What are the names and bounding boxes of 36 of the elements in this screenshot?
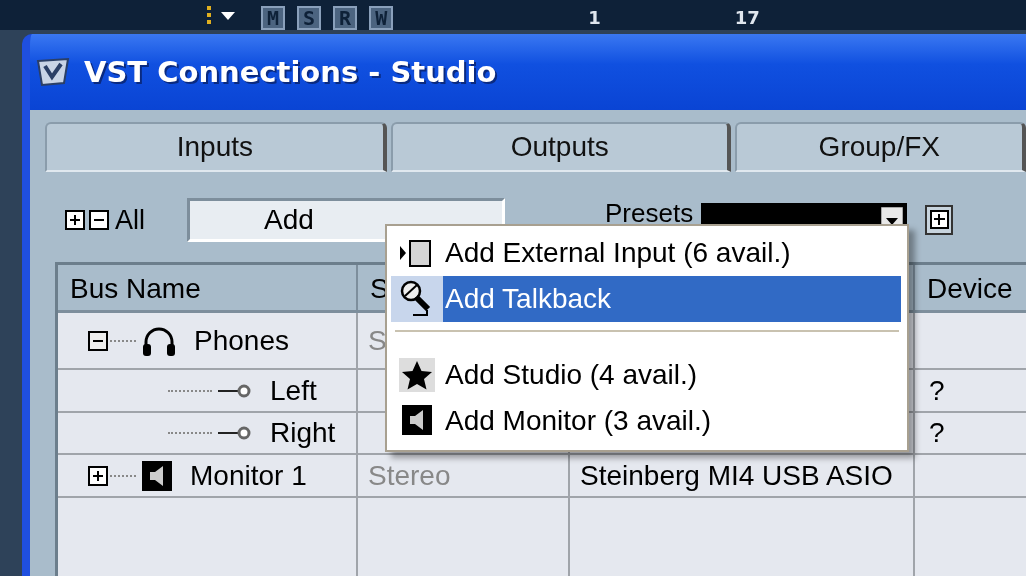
- ruler-label: 17: [734, 7, 760, 28]
- menu-item[interactable]: Add Monitor (3 avail.): [391, 398, 901, 444]
- bus-name: Right: [270, 417, 336, 449]
- arrow-box-icon: [400, 238, 434, 268]
- table-cell: Stereo: [358, 455, 570, 498]
- column-header[interactable]: Device: [915, 265, 1026, 313]
- speaker-icon: [402, 405, 432, 437]
- table-cell: Steinberg MI4 USB ASIO: [570, 455, 915, 498]
- expand-all-icon[interactable]: [65, 210, 85, 230]
- tab[interactable]: Outputs: [390, 122, 731, 172]
- star-icon: [399, 358, 435, 392]
- ruler-label: 1: [588, 7, 601, 28]
- window-title: VST Connections - Studio: [84, 55, 497, 89]
- tab[interactable]: Group/FX: [734, 122, 1026, 172]
- expand-icon[interactable]: [88, 465, 108, 486]
- bus-name: Phones: [194, 324, 289, 357]
- speaker-icon: [142, 460, 172, 491]
- presets-label: Presets: [605, 197, 694, 229]
- all-label: All: [115, 204, 145, 236]
- tree-connector: [168, 432, 212, 434]
- table-cell: ?: [915, 370, 1026, 413]
- add-icon[interactable]: [925, 205, 954, 235]
- port-icon: [218, 425, 252, 441]
- bus-name: Monitor 1: [190, 459, 307, 492]
- tab[interactable]: Inputs: [45, 122, 387, 172]
- bus-name: Left: [270, 374, 317, 407]
- app-icon: [36, 57, 70, 87]
- collapse-icon[interactable]: [88, 330, 108, 351]
- tree-connector: [110, 474, 136, 477]
- collapse-all-icon[interactable]: [89, 210, 109, 230]
- tree-connector: [168, 389, 212, 392]
- port-icon: [218, 382, 252, 399]
- headphones-icon: [142, 325, 176, 356]
- table-cell: ?: [915, 413, 1026, 455]
- column-header[interactable]: Bus Name: [58, 265, 358, 313]
- tree-connector: [110, 339, 136, 342]
